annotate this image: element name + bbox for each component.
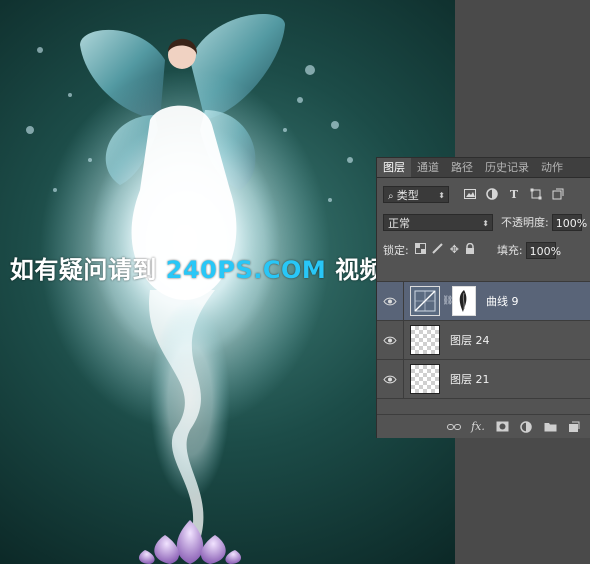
panel-tab-bar: 图层 通道 路径 历史记录 动作 xyxy=(377,158,590,178)
fill-label: 填充: xyxy=(496,244,523,257)
lock-icons: ✥ xyxy=(414,242,475,258)
chain-link-icon[interactable]: ⛓ xyxy=(442,296,453,306)
lock-all-icon[interactable] xyxy=(465,242,475,258)
lock-pixels-icon[interactable] xyxy=(432,242,444,258)
adjustment-icon[interactable] xyxy=(519,420,533,434)
watermark-prefix: 如有疑问请到 xyxy=(9,256,166,284)
link-icon[interactable] xyxy=(447,420,461,434)
image-filter-icon[interactable] xyxy=(463,187,477,201)
opacity-label: 不透明度: xyxy=(501,216,549,229)
shape-filter-icon[interactable] xyxy=(529,187,543,201)
lock-transparency-icon[interactable] xyxy=(414,242,426,258)
fill-input[interactable]: 100% xyxy=(525,241,561,259)
layer-mask-thumbnail[interactable] xyxy=(452,286,476,316)
new-layer-icon[interactable] xyxy=(567,420,581,434)
adjustment-filter-icon[interactable] xyxy=(485,187,499,201)
lock-fill-row: 锁定: ✥ 填充: 100% xyxy=(377,237,590,263)
spinner-arrows-icon: ⬍ xyxy=(438,190,445,200)
layer-thumbnail[interactable] xyxy=(410,364,440,394)
layer-name: 图层 21 xyxy=(450,373,490,386)
fx-icon[interactable]: fx. xyxy=(471,420,485,434)
type-filter-icon[interactable]: T xyxy=(507,187,521,201)
lock-position-icon[interactable]: ✥ xyxy=(450,243,459,258)
layers-panel: 图层 通道 路径 历史记录 动作 ⌕ 类型 ⬍ T 正常 ⬍ 不透明度: 100… xyxy=(376,157,590,438)
layer-name: 图层 24 xyxy=(450,334,490,347)
group-folder-icon[interactable] xyxy=(543,420,557,434)
blend-opacity-row: 正常 ⬍ 不透明度: 100% xyxy=(377,209,590,235)
layer-row-21[interactable]: 图层 21 xyxy=(377,360,590,399)
lock-label: 锁定: xyxy=(383,244,409,257)
filter-kind-label: 类型 xyxy=(396,188,419,202)
search-icon: ⌕ xyxy=(388,190,397,202)
layers-panel-footer: fx. xyxy=(377,414,590,438)
watermark-brand: 240PS.COM xyxy=(165,256,327,284)
tab-history[interactable]: 历史记录 xyxy=(479,158,535,177)
layer-list: ⛓ 曲线 9 图层 24 图层 21 xyxy=(377,281,590,409)
filter-icons: T xyxy=(463,187,565,201)
smartobject-filter-icon[interactable] xyxy=(551,187,565,201)
tab-paths[interactable]: 路径 xyxy=(445,158,479,177)
opacity-input[interactable]: 100% xyxy=(551,213,587,231)
layer-row-curves[interactable]: ⛓ 曲线 9 xyxy=(377,282,590,321)
filter-kind-select[interactable]: ⌕ 类型 ⬍ xyxy=(383,185,449,203)
layer-row-24[interactable]: 图层 24 xyxy=(377,321,590,360)
spinner-arrows-icon: ⬍ xyxy=(482,218,489,228)
visibility-eye-icon[interactable] xyxy=(377,321,404,359)
layer-thumbnail[interactable] xyxy=(410,325,440,355)
blend-mode-value: 正常 xyxy=(388,216,410,230)
blend-mode-select[interactable]: 正常 ⬍ xyxy=(383,213,493,231)
layer-name: 曲线 9 xyxy=(486,295,519,308)
visibility-eye-icon[interactable] xyxy=(377,360,404,398)
curves-adjustment-icon[interactable] xyxy=(410,286,440,316)
tab-actions[interactable]: 动作 xyxy=(535,158,569,177)
tab-channels[interactable]: 通道 xyxy=(411,158,445,177)
tab-layers[interactable]: 图层 xyxy=(377,158,411,177)
visibility-eye-icon[interactable] xyxy=(377,282,404,320)
layer-filter-row: ⌕ 类型 ⬍ T xyxy=(377,181,590,207)
mask-icon[interactable] xyxy=(495,420,509,434)
